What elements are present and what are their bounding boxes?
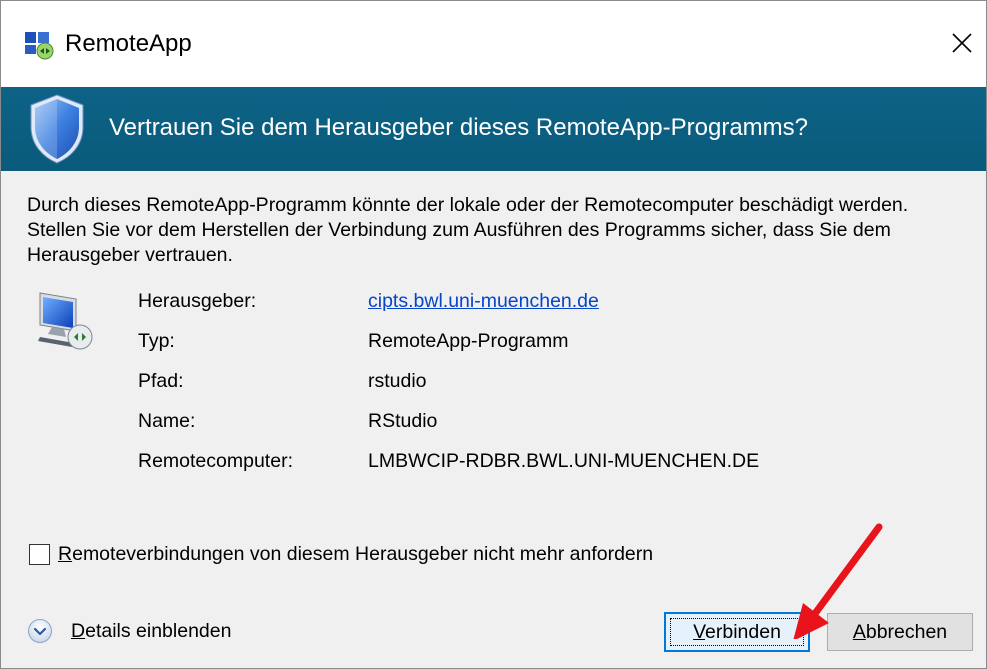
detail-value: RStudio: [368, 410, 438, 432]
cancel-label: Abbrechen: [853, 621, 947, 644]
detail-label: Herausgeber:: [138, 290, 257, 312]
mnemonic-letter: D: [71, 619, 86, 642]
dont-ask-again-checkbox[interactable]: [29, 543, 50, 565]
show-details-toggle[interactable]: Details einblenden: [27, 618, 231, 644]
remoteapp-icon: [25, 32, 54, 60]
publisher-link[interactable]: cipts.bwl.uni-muenchen.de: [368, 286, 599, 316]
detail-row-type: Typ: RemoteApp-Programm: [138, 326, 938, 356]
connect-button[interactable]: Verbinden: [664, 612, 810, 652]
detail-value: LMBWCIP-RDBR.BWL.UNI-MUENCHEN.DE: [368, 450, 760, 472]
trust-banner: Vertrauen Sie dem Herausgeber dieses Rem…: [1, 87, 986, 171]
show-details-label[interactable]: Details einblenden: [71, 620, 231, 643]
focus-rectangle: [670, 618, 804, 646]
label-text: emoteverbindungen von diesem Herausgeber…: [72, 543, 654, 565]
shield-icon: [30, 94, 84, 164]
warning-text: Durch dieses RemoteApp-Programm könnte d…: [27, 194, 909, 266]
detail-label: Name:: [138, 410, 196, 432]
banner-heading: Vertrauen Sie dem Herausgeber dieses Rem…: [109, 114, 809, 141]
remoteapp-dialog: RemoteApp Vertrauen Sie dem Herausgeber …: [0, 0, 987, 669]
detail-row-name: Name: RStudio: [138, 406, 938, 436]
label-text: bbrechen: [865, 620, 948, 643]
detail-row-remote-computer: Remotecomputer: LMBWCIP-RDBR.BWL.UNI-MUE…: [138, 446, 938, 476]
detail-label: Remotecomputer:: [138, 450, 293, 472]
detail-row-path: Pfad: rstudio: [138, 366, 938, 396]
detail-label: Pfad:: [138, 370, 184, 392]
title-bar: RemoteApp: [1, 1, 986, 87]
dont-ask-again-label[interactable]: Remoteverbindungen von diesem Herausgebe…: [58, 540, 653, 568]
close-button[interactable]: [942, 23, 982, 63]
detail-row-publisher: Herausgeber: cipts.bwl.uni-muenchen.de: [138, 286, 938, 316]
label-text: etails einblenden: [85, 619, 232, 642]
cancel-button[interactable]: Abbrechen: [827, 613, 973, 651]
remote-computer-icon: [38, 292, 93, 350]
detail-value: rstudio: [368, 370, 427, 392]
dont-ask-again-option[interactable]: Remoteverbindungen von diesem Herausgebe…: [29, 540, 653, 568]
close-icon: [952, 33, 972, 53]
detail-label: Typ:: [138, 330, 175, 352]
window-title: RemoteApp: [65, 30, 192, 57]
chevron-down-circle-icon: [28, 619, 52, 643]
detail-value: RemoteApp-Programm: [368, 330, 569, 352]
mnemonic-letter: R: [58, 543, 73, 565]
mnemonic-letter: A: [852, 620, 866, 643]
